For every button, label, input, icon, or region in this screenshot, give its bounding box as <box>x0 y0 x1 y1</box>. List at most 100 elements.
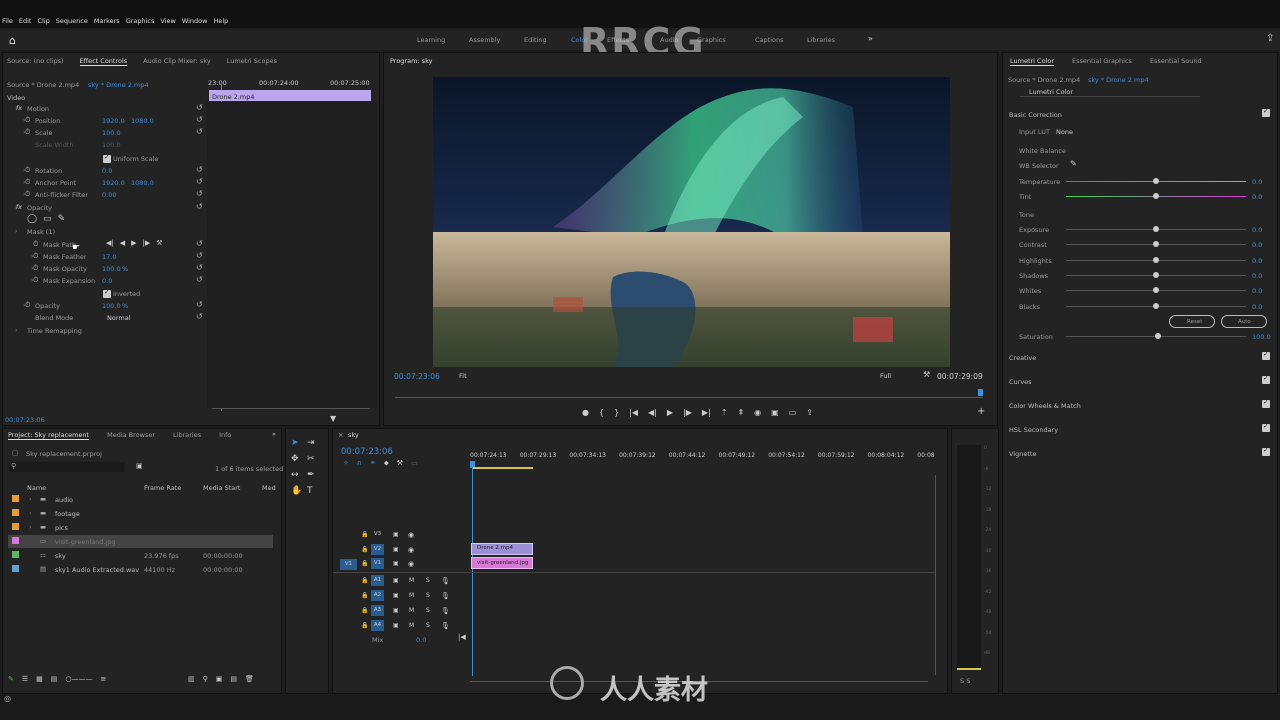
label-color-swatch[interactable] <box>12 495 19 502</box>
track-lock-icon[interactable]: 🔒 <box>361 531 368 538</box>
lumetri-tab-1[interactable]: Essential Graphics <box>1072 57 1132 66</box>
sync-lock-icon[interactable]: ▣ <box>393 577 399 584</box>
sort-icon[interactable]: ≡ <box>101 675 107 683</box>
reset-icon[interactable]: ↺ <box>196 127 203 136</box>
stopwatch-icon[interactable]: ⏱ <box>33 240 38 249</box>
section-checkbox[interactable] <box>1262 398 1270 408</box>
ec-prop-value[interactable]: 1920.0 <box>102 179 125 187</box>
white-balance-header[interactable]: White Balance <box>1019 147 1066 155</box>
reset-icon[interactable]: ↺ <box>196 202 203 211</box>
microphone-icon[interactable]: 🎙 <box>441 607 450 615</box>
safe-margins-icon[interactable]: ▭ <box>789 408 797 417</box>
eye-icon[interactable]: ◉ <box>408 531 414 539</box>
track-target-a1[interactable]: A1 <box>371 575 384 586</box>
sync-lock-icon[interactable]: ▣ <box>393 622 399 629</box>
mute-button[interactable]: M <box>409 592 414 599</box>
slider-shadows[interactable] <box>1066 271 1246 278</box>
column-header-media-start[interactable]: Media Start <box>203 484 240 492</box>
ec-prop-value-2[interactable]: 1080.0 <box>131 179 154 187</box>
comparison-view-icon[interactable]: ▣ <box>771 408 779 417</box>
program-quality-dropdown[interactable]: Full <box>880 372 891 380</box>
track-target-v1[interactable]: V1 <box>371 558 384 569</box>
ellipse-mask-icon[interactable]: ◯ <box>27 214 37 224</box>
list-view-icon[interactable]: ☰ <box>22 675 28 683</box>
ec-prop-value[interactable]: 0.0 <box>102 277 112 285</box>
slider-knob[interactable] <box>1153 302 1159 309</box>
menu-item-sequence[interactable]: Sequence <box>56 17 88 27</box>
linked-selection-icon[interactable]: ⚭ <box>370 459 376 468</box>
sync-lock-icon[interactable]: ▣ <box>393 607 399 614</box>
automate-icon[interactable]: ▥ <box>188 675 195 683</box>
project-search-input[interactable] <box>9 462 125 472</box>
solo-button[interactable]: S <box>426 622 430 629</box>
label-color-swatch[interactable] <box>12 523 19 530</box>
solo-button[interactable]: S <box>426 607 430 614</box>
slider-value-temperature[interactable]: 0.0 <box>1252 178 1262 186</box>
reset-icon[interactable]: ↺ <box>196 312 203 321</box>
go-to-in-icon[interactable]: |◀ <box>629 408 638 417</box>
fx-icon[interactable]: fx <box>16 104 22 112</box>
export-frame-icon[interactable]: ◉ <box>754 408 761 417</box>
slider-knob[interactable] <box>1153 256 1159 263</box>
track-forward-icon[interactable]: |▶ <box>143 239 151 247</box>
track-target-a4[interactable]: A4 <box>371 620 384 631</box>
selected-row-highlight[interactable] <box>8 535 273 548</box>
microphone-icon[interactable]: 🎙 <box>441 577 450 585</box>
stopwatch-icon[interactable]: ⏱ <box>25 128 30 137</box>
slider-knob[interactable] <box>1153 178 1159 184</box>
stopwatch-icon[interactable]: ⏱ <box>33 252 38 261</box>
slider-knob[interactable] <box>1153 226 1159 232</box>
chevron-right-icon[interactable]: › <box>29 509 32 517</box>
section-creative[interactable]: Creative <box>1009 354 1036 362</box>
input-lut-dropdown[interactable]: None <box>1056 128 1073 136</box>
workspace-tab-assembly[interactable]: Assembly <box>469 36 500 44</box>
stopwatch-icon[interactable]: ⏱ <box>33 264 38 273</box>
slider-value-exposure[interactable]: 0.0 <box>1252 226 1262 234</box>
ec-tab-2[interactable]: Audio Clip Mixer: sky <box>143 57 211 66</box>
project-tab-2[interactable]: Libraries <box>173 431 201 440</box>
column-header-frame-rate[interactable]: Frame Rate <box>144 484 181 492</box>
menu-item-help[interactable]: Help <box>213 17 228 27</box>
lumetri-master-clip[interactable]: Source * Drone 2.mp4 <box>1008 76 1080 84</box>
workspace-tab-captions[interactable]: Captions <box>755 36 784 44</box>
trash-icon[interactable]: 🗑 <box>245 675 254 683</box>
section-checkbox[interactable] <box>1262 374 1270 384</box>
timeline-tab[interactable]: sky <box>348 431 359 439</box>
microphone-icon[interactable]: 🎙 <box>441 592 450 600</box>
ec-prop-value[interactable]: 17.0 <box>102 253 116 261</box>
new-item-icon[interactable]: ▤ <box>230 675 237 683</box>
project-item-name[interactable]: sky1 Audio Extracted.wav <box>55 566 139 574</box>
step-forward-icon[interactable]: ▶ <box>131 239 136 247</box>
section-checkbox[interactable] <box>1262 350 1270 360</box>
stopwatch-icon[interactable]: ⏱ <box>25 166 30 175</box>
slider-temperature[interactable] <box>1066 178 1246 184</box>
lumetri-sequence-clip[interactable]: sky * Drone 2.mp4 <box>1088 76 1149 84</box>
track-lock-icon[interactable]: 🔒 <box>361 546 368 553</box>
workspace-tab-libraries[interactable]: Libraries <box>807 36 835 44</box>
menu-item-clip[interactable]: Clip <box>37 17 49 27</box>
reset-icon[interactable]: ↺ <box>196 165 203 174</box>
reset-icon[interactable]: ↺ <box>196 189 203 198</box>
label-color-swatch[interactable] <box>12 565 19 572</box>
slider-value-highlights[interactable]: 0.0 <box>1252 257 1262 265</box>
reset-icon[interactable]: ↺ <box>196 300 203 309</box>
reset-icon[interactable]: ↺ <box>196 239 203 248</box>
new-bin-icon[interactable]: ▣ <box>216 675 223 683</box>
track-lock-icon[interactable]: 🔒 <box>361 622 368 629</box>
ec-tab-0[interactable]: Source: (no clips) <box>7 57 64 66</box>
section-hsl-secondary[interactable]: HSL Secondary <box>1009 426 1058 434</box>
mark-out-icon[interactable]: } <box>614 408 619 417</box>
chevron-right-icon[interactable]: › <box>15 327 17 334</box>
type-tool-icon[interactable]: T <box>307 486 323 496</box>
program-fit-dropdown[interactable]: Fit <box>459 372 467 380</box>
slider-highlights[interactable] <box>1066 256 1246 263</box>
share-icon[interactable]: ⇪ <box>1266 33 1274 44</box>
label-color-swatch[interactable] <box>12 509 19 516</box>
timeline-close-icon[interactable]: × <box>338 431 343 439</box>
mark-in-icon[interactable]: { <box>599 408 604 417</box>
work-area-bar[interactable] <box>473 467 533 469</box>
solo-button[interactable]: S <box>426 577 430 584</box>
label-color-swatch[interactable] <box>12 537 19 544</box>
extract-icon[interactable]: ⇞ <box>737 408 744 417</box>
timeline-timecode[interactable]: 00:07:23:06 <box>341 447 393 457</box>
